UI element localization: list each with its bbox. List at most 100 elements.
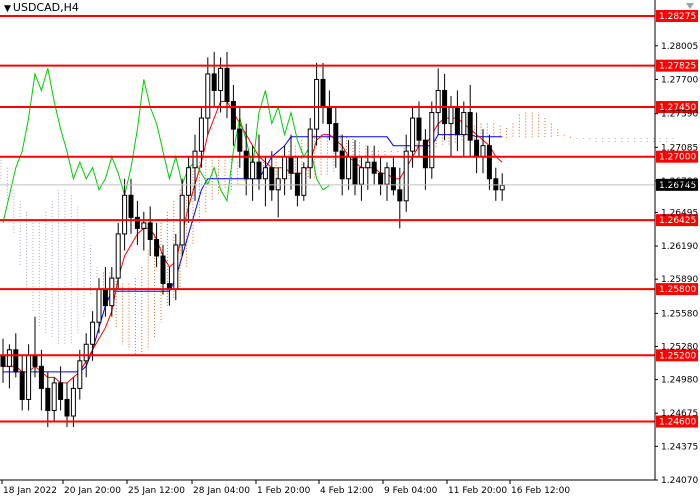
- candle: [262, 156, 268, 207]
- candle-body-up: [301, 167, 307, 196]
- x-tick-label: 4 Feb 12:00: [320, 486, 374, 496]
- candle-body-up: [77, 360, 83, 389]
- candle-body-up: [90, 321, 96, 345]
- candle: [422, 129, 428, 190]
- candle-body-down: [474, 139, 480, 158]
- support-resistance-levels: 1.282751.278251.274501.270001.264251.258…: [0, 10, 698, 428]
- candle-body-up: [384, 167, 390, 185]
- candle-body-up: [314, 78, 320, 130]
- candle: [499, 173, 505, 201]
- candle-body-down: [230, 101, 236, 130]
- level-label: 1.27825: [659, 62, 696, 72]
- y-tick-label: 1.27085: [661, 143, 698, 153]
- candle: [474, 112, 480, 174]
- candle-body-up: [282, 156, 288, 180]
- candle: [179, 178, 185, 256]
- candle: [205, 57, 211, 135]
- candle: [38, 349, 44, 411]
- y-tick-label: 1.24675: [661, 409, 698, 419]
- candle-body-down: [32, 354, 38, 367]
- candle: [51, 377, 57, 422]
- x-tick-label: 1 Feb 20:00: [257, 486, 311, 496]
- indicator-lines: [2, 68, 503, 384]
- y-tick-label: 1.24070: [661, 476, 698, 486]
- candle: [358, 156, 364, 201]
- candle: [294, 156, 300, 207]
- candle: [480, 129, 486, 174]
- candle: [154, 222, 160, 268]
- candle-body-up: [205, 73, 211, 119]
- candle: [173, 233, 179, 301]
- candle-body-down: [326, 106, 332, 125]
- candle: [166, 267, 172, 306]
- y-tick-label: 1.26780: [661, 177, 698, 187]
- candle-body-up: [218, 67, 224, 91]
- candle: [6, 344, 12, 389]
- candle: [256, 134, 262, 190]
- level-label: 1.27000: [659, 153, 696, 163]
- candle: [352, 140, 358, 196]
- candle: [288, 134, 294, 190]
- y-tick-label: 1.24980: [661, 376, 698, 386]
- candle-body-up: [198, 117, 204, 152]
- candle: [96, 278, 102, 334]
- candle-body-down: [224, 67, 230, 103]
- candle: [486, 134, 492, 190]
- candle: [237, 107, 243, 168]
- y-tick-label: 1.26190: [661, 242, 698, 252]
- y-tick-label: 1.28005: [661, 42, 698, 52]
- candle-body-down: [371, 161, 377, 174]
- candle: [45, 371, 51, 428]
- x-tick-label: 16 Feb 12:00: [511, 486, 570, 496]
- candle-body-down: [339, 150, 345, 180]
- candle: [371, 145, 377, 185]
- candle: [365, 145, 371, 190]
- candle: [109, 267, 115, 317]
- candle-body-up: [403, 150, 409, 202]
- candle-body-down: [64, 398, 70, 417]
- x-tick-label: 28 Jan 04:00: [193, 486, 250, 496]
- candle-body-down: [102, 288, 108, 307]
- candle-body-down: [45, 387, 51, 411]
- candle: [390, 156, 396, 196]
- candle-body-up: [429, 112, 435, 169]
- x-tick-label: 25 Jan 12:00: [128, 486, 185, 496]
- candle-body-up: [250, 161, 256, 180]
- chikou-span-line: [2, 68, 330, 224]
- candle: [147, 206, 153, 256]
- candle-body-down: [154, 238, 160, 257]
- candle: [19, 355, 25, 411]
- candle-body-down: [256, 161, 262, 180]
- candle: [307, 118, 313, 179]
- candle-body-down: [38, 365, 44, 389]
- candle-body-down: [467, 112, 473, 141]
- candle-body-up: [192, 150, 198, 169]
- candle-body-up: [96, 288, 102, 323]
- candle: [77, 349, 83, 400]
- candle: [429, 101, 435, 179]
- candles: [0, 51, 505, 428]
- candle-body-down: [13, 349, 19, 373]
- candle: [70, 377, 76, 428]
- candle: [282, 145, 288, 196]
- candle: [384, 162, 390, 201]
- candle-body-up: [365, 161, 371, 169]
- candle: [134, 200, 140, 245]
- candle-body-up: [186, 167, 192, 196]
- candle-body-up: [115, 233, 121, 279]
- chart-canvas[interactable]: 1.282751.278251.274501.270001.264251.258…: [0, 0, 700, 500]
- candle-body-up: [70, 387, 76, 417]
- candle: [115, 222, 121, 290]
- candle-body-down: [269, 167, 275, 191]
- y-tick-label: 1.27700: [661, 75, 698, 85]
- candle-body-up: [410, 117, 416, 152]
- candle-body-down: [486, 145, 492, 180]
- level-label: 1.25200: [659, 351, 696, 361]
- candle-body-up: [109, 277, 115, 307]
- candle-body-up: [262, 167, 268, 180]
- candle-body-down: [147, 222, 153, 240]
- candle: [333, 107, 339, 168]
- candle-body-up: [461, 112, 467, 136]
- candle-body-down: [294, 172, 300, 196]
- candle-body-up: [358, 167, 364, 185]
